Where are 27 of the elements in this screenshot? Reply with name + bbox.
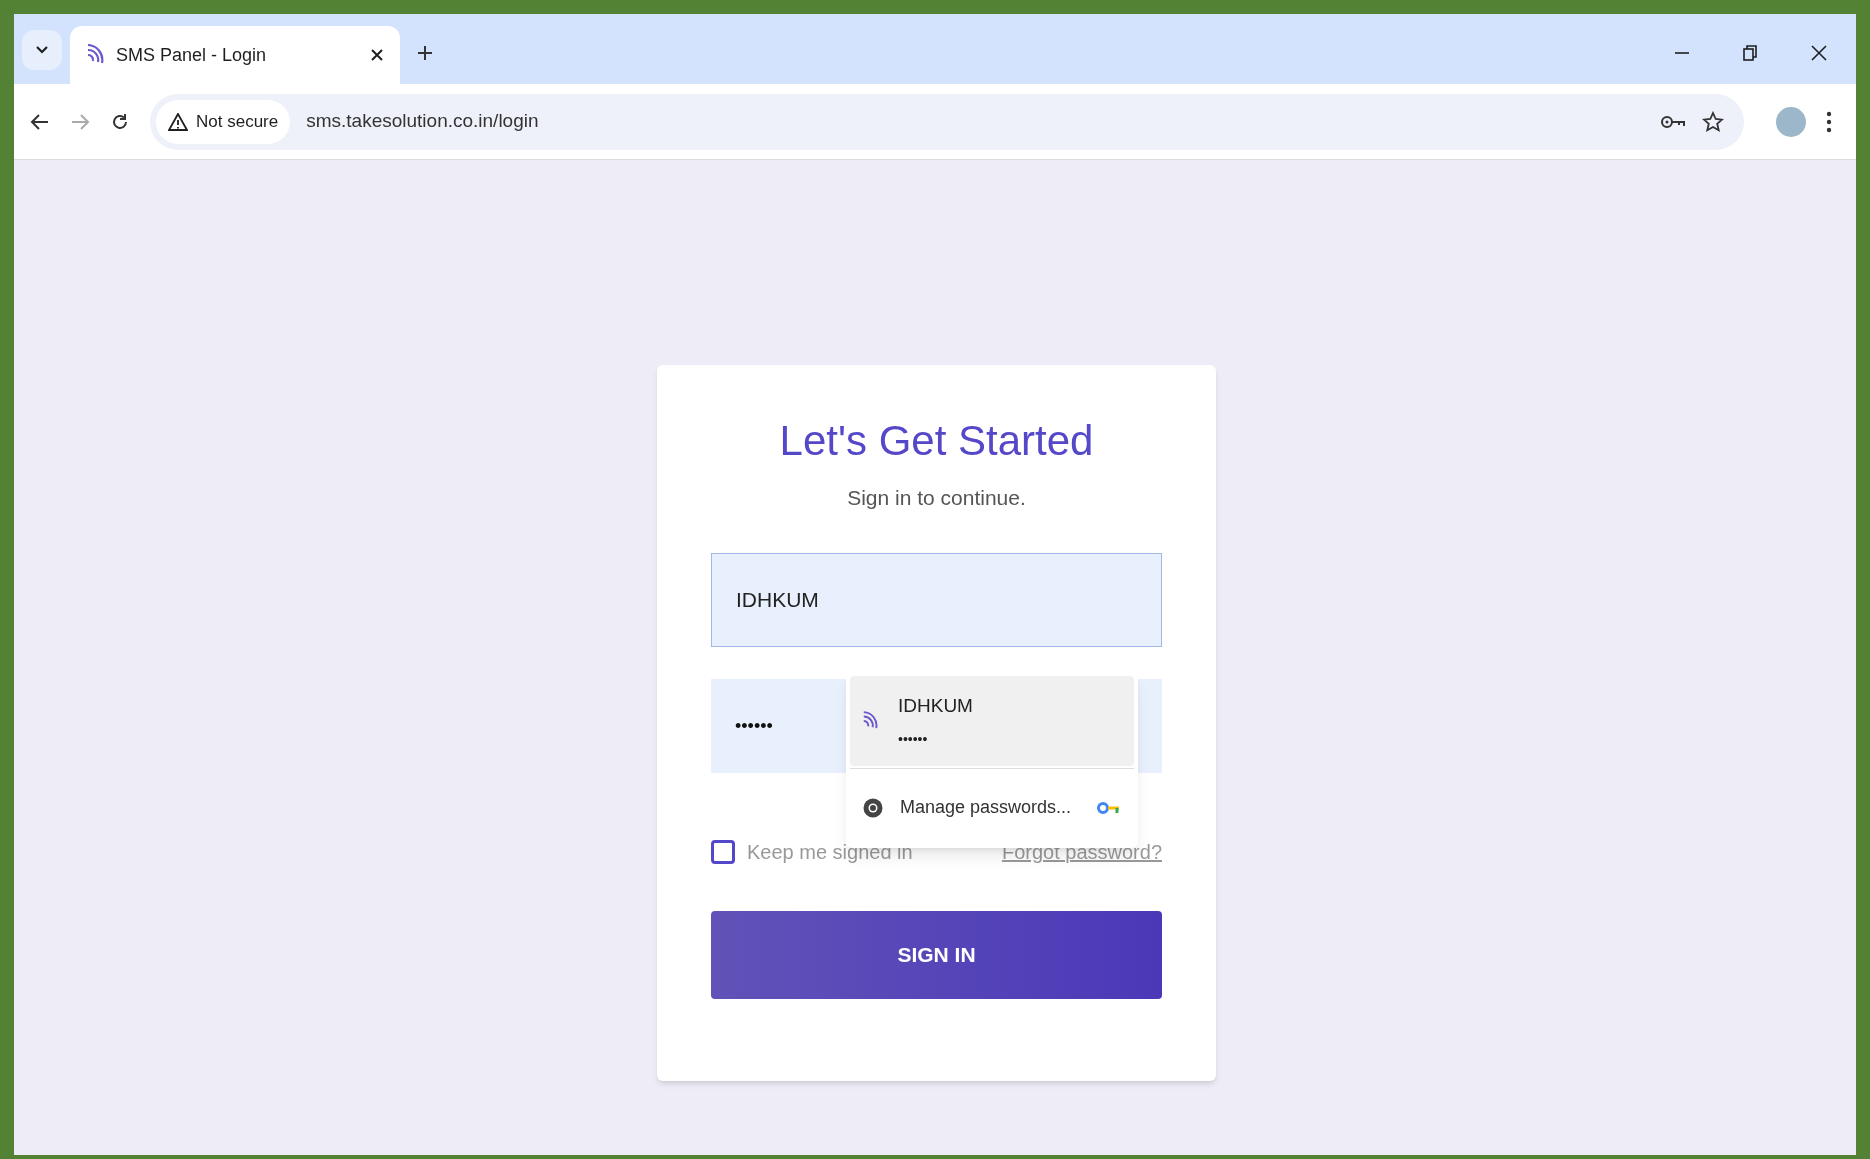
url-text: sms.takesolution.co.in/login <box>306 109 540 134</box>
key-icon[interactable] <box>1660 113 1686 130</box>
new-tab-icon[interactable] <box>416 44 434 62</box>
close-icon[interactable] <box>370 48 384 62</box>
saved-password-item[interactable]: IDHKUM •••••• <box>850 676 1134 766</box>
username-field[interactable]: IDHKUM <box>711 553 1162 647</box>
chevron-down-icon <box>35 45 49 55</box>
key-icon <box>1096 800 1122 815</box>
address-bar[interactable]: Not secure sms.takesolution.co.in/login <box>150 93 1744 150</box>
tab-title: SMS Panel - Login <box>116 43 268 67</box>
login-title: Let's Get Started <box>779 416 1094 466</box>
browser-tab[interactable]: SMS Panel - Login <box>70 26 400 84</box>
login-subtitle: Sign in to continue. <box>847 484 1026 511</box>
close-window-icon[interactable] <box>1810 44 1828 62</box>
reload-icon[interactable] <box>110 111 130 132</box>
sign-in-button[interactable]: SIGN IN <box>711 911 1162 999</box>
back-icon[interactable] <box>30 112 50 131</box>
chrome-logo-icon <box>862 796 884 819</box>
signal-waves-icon <box>86 44 104 66</box>
security-chip[interactable]: Not secure <box>156 99 291 144</box>
keep-signed-in-checkbox[interactable] <box>711 840 735 864</box>
saved-username: IDHKUM <box>898 694 973 719</box>
star-icon[interactable] <box>1702 110 1724 133</box>
saved-password: •••••• <box>898 729 929 749</box>
restore-icon[interactable] <box>1742 44 1758 62</box>
warning-icon <box>168 112 188 131</box>
menu-icon[interactable] <box>1826 110 1832 133</box>
